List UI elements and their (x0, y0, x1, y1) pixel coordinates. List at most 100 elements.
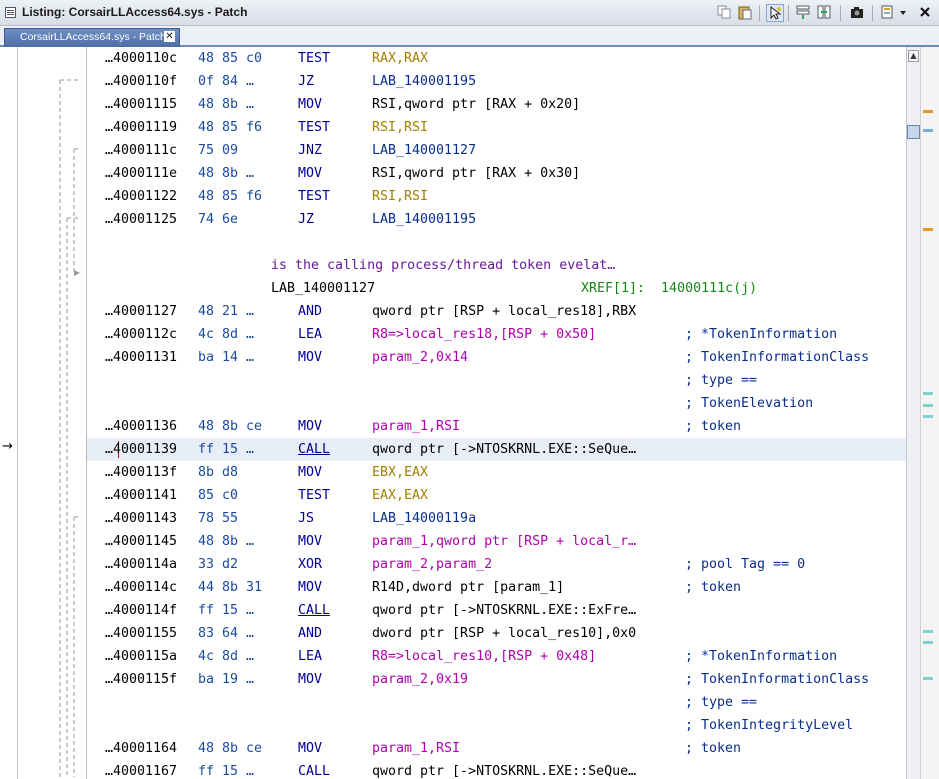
listing-row[interactable]: …4000114c 44 8b 31 MOV R14D,dword ptr [p… (87, 576, 906, 599)
listing-row[interactable]: ; TokenElevation (87, 392, 906, 415)
overview-marker[interactable] (923, 392, 933, 395)
instruction-bytes: 4c 8d … (198, 649, 255, 664)
instruction-operands[interactable]: qword ptr [->NTOSKRNL.EXE::SeQue… (372, 760, 636, 779)
listing-row[interactable]: …40001131 ba 14 … MOV param_2,0x14 ; Tok… (87, 346, 906, 369)
listing-row[interactable]: ; TokenIntegrityLevel (87, 714, 906, 737)
listing-row[interactable]: …40001122 48 85 f6 TEST RSI,RSI (87, 185, 906, 208)
instruction-bytes: 85 c0 (198, 488, 239, 503)
instruction-operands[interactable]: LAB_140001127 (372, 139, 476, 162)
instruction-bytes: 44 8b 31 (198, 580, 263, 595)
instruction-operands[interactable]: LAB_14000119a (372, 507, 476, 530)
overview-margin[interactable] (920, 47, 939, 779)
listing-row[interactable]: …4000110c 48 85 c0 TEST RAX,RAX (87, 47, 906, 70)
overview-marker[interactable] (923, 228, 933, 231)
instruction-address: …4000115f (105, 672, 178, 687)
instruction-address: …4000112c (105, 327, 178, 342)
instruction-bytes: 8b d8 (198, 465, 239, 480)
instruction-mnemonic: TEST (298, 488, 331, 503)
overview-marker[interactable] (923, 630, 933, 633)
overview-marker[interactable] (923, 415, 933, 418)
instruction-operands: RSI,RSI (372, 189, 429, 204)
listing-row-current[interactable]: …40001139 ff 15 … CALL qword ptr [->NTOS… (87, 438, 906, 461)
instruction-mnemonic: TEST (298, 51, 331, 66)
listing-title-bar: Listing: CorsairLLAccess64.sys - Patch (0, 0, 939, 26)
location-margin[interactable] (0, 47, 18, 779)
label-row[interactable]: LAB_140001127 XREF[1]: 14000111c(j) (87, 277, 906, 300)
overview-marker[interactable] (923, 677, 933, 680)
instruction-mnemonic: MOV (298, 580, 323, 595)
margin-options-icon[interactable] (880, 4, 898, 22)
scroll-thumb[interactable] (907, 125, 920, 139)
listing-row[interactable]: …4000115a 4c 8d … LEA R8=>local_res10,[R… (87, 645, 906, 668)
listing-row[interactable]: ; type == (87, 369, 906, 392)
close-window-icon[interactable] (917, 4, 935, 22)
instruction-bytes: 83 64 … (198, 626, 255, 641)
listing-row[interactable]: …40001155 83 64 … AND dword ptr [RSP + l… (87, 622, 906, 645)
instruction-address: …4000114c (105, 580, 178, 595)
overview-marker[interactable] (923, 110, 933, 113)
field-layout-icon[interactable] (795, 4, 813, 22)
instruction-mnemonic: AND (298, 626, 323, 641)
instruction-bytes: 48 8b … (198, 534, 255, 549)
chevron-down-icon[interactable] (898, 4, 910, 22)
listing-row[interactable]: …40001145 48 8b … MOV param_1,qword ptr … (87, 530, 906, 553)
listing-row[interactable]: …4000112c 4c 8d … LEA R8=>local_res18,[R… (87, 323, 906, 346)
instruction-operands[interactable]: qword ptr [->NTOSKRNL.EXE::ExFre… (372, 599, 636, 622)
snapshot-icon[interactable] (849, 4, 867, 22)
overview-marker[interactable] (923, 404, 933, 407)
tab-strip: CorsairLLAccess64.sys - Patch ✕ (0, 26, 939, 47)
eol-comment: ; *TokenInformation (685, 327, 838, 342)
close-tab-icon[interactable]: ✕ (164, 31, 175, 42)
instruction-operands[interactable]: LAB_140001195 (372, 70, 476, 93)
cursor-select-icon[interactable] (766, 4, 784, 22)
code-listing[interactable]: …4000110c 48 85 c0 TEST RAX,RAX …4000110… (86, 47, 906, 779)
overview-marker[interactable] (923, 641, 933, 644)
listing-row[interactable]: ; type == (87, 691, 906, 714)
listing-row[interactable]: …4000110f 0f 84 … JZ LAB_140001195 (87, 70, 906, 93)
listing-row[interactable]: …4000115f ba 19 … MOV param_2,0x19 ; Tok… (87, 668, 906, 691)
listing-row[interactable]: …40001143 78 55 JS LAB_14000119a (87, 507, 906, 530)
instruction-address: …40001164 (105, 741, 178, 756)
eol-comment: ; token (685, 580, 742, 595)
copy-icon[interactable] (716, 4, 734, 22)
vertical-scrollbar[interactable]: ▲ (906, 47, 920, 779)
instruction-address: …4000111c (105, 143, 178, 158)
instruction-mnemonic: MOV (298, 419, 323, 434)
scroll-up-arrow-icon[interactable]: ▲ (908, 50, 919, 62)
instruction-operands[interactable]: LAB_140001195 (372, 208, 476, 231)
diff-view-icon[interactable] (816, 4, 834, 22)
plate-comment-row[interactable]: is the calling process/thread token evel… (87, 254, 906, 277)
listing-row[interactable]: …40001136 48 8b ce MOV param_1,RSI ; tok… (87, 415, 906, 438)
listing-row[interactable]: …40001164 48 8b ce MOV param_1,RSI ; tok… (87, 737, 906, 760)
instruction-address: …4000110c (105, 51, 178, 66)
listing-row[interactable]: …40001127 48 21 … AND qword ptr [RSP + l… (87, 300, 906, 323)
listing-row[interactable]: …4000114f ff 15 … CALL qword ptr [->NTOS… (87, 599, 906, 622)
listing-row[interactable]: …4000114a 33 d2 XOR param_2,param_2 ; po… (87, 553, 906, 576)
instruction-bytes: 4c 8d … (198, 327, 255, 342)
instruction-bytes: ff 15 … (198, 442, 255, 457)
overview-marker[interactable] (923, 129, 933, 132)
instruction-bytes: 48 8b … (198, 166, 255, 181)
listing-row[interactable]: …40001115 48 8b … MOV RSI,qword ptr [RAX… (87, 93, 906, 116)
instruction-operands[interactable]: qword ptr [->NTOSKRNL.EXE::SeQue… (372, 438, 636, 461)
listing-row[interactable]: …40001141 85 c0 TEST EAX,EAX (87, 484, 906, 507)
eol-comment: ; TokenInformationClass (685, 350, 870, 365)
tab-corsair-patch[interactable]: CorsairLLAccess64.sys - Patch ✕ (4, 28, 180, 47)
code-label[interactable]: LAB_140001127 (271, 277, 375, 300)
instruction-operands: param_1,qword ptr [RSP + local_r… (372, 534, 637, 549)
listing-row[interactable]: …40001125 74 6e JZ LAB_140001195 (87, 208, 906, 231)
instruction-mnemonic: MOV (298, 97, 323, 112)
listing-row[interactable]: …4000111c 75 09 JNZ LAB_140001127 (87, 139, 906, 162)
instruction-operands: R8=>local_res18,[RSP + 0x50] (372, 327, 597, 342)
paste-icon[interactable] (737, 4, 755, 22)
listing-row[interactable]: …40001119 48 85 f6 TEST RSI,RSI (87, 116, 906, 139)
instruction-mnemonic: LEA (298, 649, 323, 664)
xref-reference[interactable]: XREF[1]: 14000111c(j) (581, 277, 757, 300)
instruction-address: …40001139 (105, 442, 178, 457)
flow-arrows-margin[interactable] (19, 47, 86, 779)
instruction-mnemonic: JS (298, 511, 315, 526)
listing-row[interactable]: …4000111e 48 8b … MOV RSI,qword ptr [RAX… (87, 162, 906, 185)
listing-row[interactable]: …4000113f 8b d8 MOV EBX,EAX (87, 461, 906, 484)
listing-window-icon (5, 7, 16, 18)
listing-row[interactable]: …40001167 ff 15 … CALL qword ptr [->NTOS… (87, 760, 906, 779)
